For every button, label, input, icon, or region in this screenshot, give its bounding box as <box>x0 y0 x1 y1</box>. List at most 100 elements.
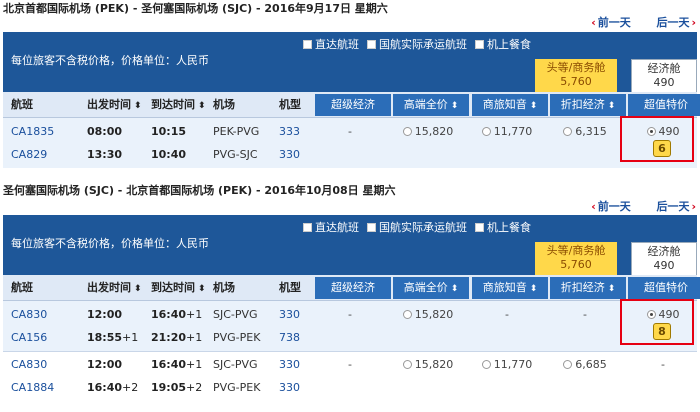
fare-cell[interactable]: 15,820 <box>393 303 463 326</box>
fare-column-header[interactable]: 商旅知音 ⬍ <box>472 277 548 299</box>
depart-time: 12:00 <box>87 308 123 321</box>
day-offset: +2 <box>122 381 139 394</box>
column-header-depart[interactable]: 出发时间 ⬍ <box>87 275 142 301</box>
sort-icon[interactable]: ⬍ <box>530 284 538 294</box>
tab-first-class[interactable]: 头等/商务舱 5,760 <box>535 242 617 275</box>
fare-cell: - <box>472 303 542 326</box>
filter-option[interactable]: 机上餐食 <box>475 38 531 51</box>
chevron-left-icon[interactable]: ‹ <box>591 200 596 213</box>
flight-number[interactable]: CA1884 <box>11 376 54 399</box>
fare-column-header[interactable]: 商旅知音 ⬍ <box>472 94 548 116</box>
column-header-arrive[interactable]: 到达时间 ⬍ <box>151 275 206 301</box>
airport-route: PEK-PVG <box>213 125 260 138</box>
fare-column-header[interactable]: 折扣经济 ⬍ <box>550 277 626 299</box>
tab-first-class[interactable]: 头等/商务舱 5,760 <box>535 59 617 92</box>
sort-icon[interactable]: ⬍ <box>608 101 616 111</box>
next-day-link[interactable]: 后一天 <box>656 16 689 29</box>
column-header-aircraft: 机型 <box>279 281 301 294</box>
fare-cell: - <box>315 120 385 143</box>
checkbox[interactable] <box>367 40 376 49</box>
first-class-price: 5,760 <box>560 75 592 88</box>
fare-column-header[interactable]: 高端全价 ⬍ <box>393 277 469 299</box>
economy-label: 经济舱 <box>647 245 681 258</box>
economy-price: 490 <box>653 76 675 89</box>
day-offset: +1 <box>122 331 139 344</box>
sort-icon[interactable]: ⬍ <box>198 284 206 294</box>
tab-economy[interactable]: 经济舱 490 <box>631 242 697 275</box>
fare-cell: - <box>315 353 385 376</box>
fare-price: 15,820 <box>414 308 454 321</box>
chevron-left-icon[interactable]: ‹ <box>591 16 596 29</box>
fare-price: - <box>505 308 509 321</box>
airport-route: PVG-PEK <box>213 381 261 394</box>
filter-option[interactable]: 机上餐食 <box>475 221 531 234</box>
aircraft-type[interactable]: 330 <box>279 353 300 376</box>
flight-number[interactable]: CA156 <box>11 326 47 349</box>
sort-icon[interactable]: ⬍ <box>451 101 459 111</box>
sort-icon[interactable]: ⬍ <box>451 284 459 294</box>
column-header-depart[interactable]: 出发时间 ⬍ <box>87 92 142 118</box>
flight-number[interactable]: CA829 <box>11 143 47 166</box>
airport-route: PVG-PEK <box>213 331 261 344</box>
sort-icon[interactable]: ⬍ <box>608 284 616 294</box>
filter-label: 直达航班 <box>315 38 359 51</box>
checkbox[interactable] <box>367 223 376 232</box>
fare-cell: - <box>628 353 698 376</box>
checkbox[interactable] <box>303 223 312 232</box>
checkbox[interactable] <box>475 223 484 232</box>
arrive-time: 10:40 <box>151 148 187 161</box>
flight-number[interactable]: CA830 <box>11 303 47 326</box>
sort-icon[interactable]: ⬍ <box>134 101 142 111</box>
tab-economy[interactable]: 经济舱 490 <box>631 59 697 92</box>
fare-radio[interactable] <box>563 127 573 136</box>
fare-radio[interactable] <box>402 360 412 369</box>
airport-route: PVG-SJC <box>213 148 258 161</box>
depart-time: 18:55+1 <box>87 331 139 344</box>
sort-icon[interactable]: ⬍ <box>530 101 538 111</box>
prev-day-link[interactable]: 前一天 <box>598 16 631 29</box>
fare-cell[interactable]: 11,770 <box>472 353 542 376</box>
fare-cell[interactable]: 11,770 <box>472 120 542 143</box>
column-header-arrive[interactable]: 到达时间 ⬍ <box>151 92 206 118</box>
fare-column-header[interactable]: 高端全价 ⬍ <box>393 94 469 116</box>
next-day-link[interactable]: 后一天 <box>656 200 689 213</box>
aircraft-type[interactable]: 333 <box>279 120 300 143</box>
flight-number[interactable]: CA1835 <box>11 120 54 143</box>
filter-label: 国航实际承运航班 <box>379 221 467 234</box>
airport-route: SJC-PVG <box>213 358 258 371</box>
checkbox[interactable] <box>475 40 484 49</box>
filter-option[interactable]: 国航实际承运航班 <box>367 221 467 234</box>
column-header-flight: 航班 <box>11 98 33 111</box>
flight-number[interactable]: CA830 <box>11 353 47 376</box>
fare-cell[interactable]: 6,685 <box>550 353 620 376</box>
fare-cell[interactable]: 15,820 <box>393 353 463 376</box>
inbound-flight-panel: 每位旅客不含税价格，价格单位：人民币 直达航班 国航实际承运航班 机上餐食 头等/商务舱… <box>3 215 700 401</box>
sort-icon[interactable]: ⬍ <box>134 284 142 294</box>
sort-icon[interactable]: ⬍ <box>198 101 206 111</box>
flight-group: CA1835 08:00 10:15 PEK-PVG 333 CA829 13:30 10:4… <box>3 116 697 168</box>
filter-option[interactable]: 直达航班 <box>303 38 359 51</box>
prev-day-link[interactable]: 前一天 <box>598 200 631 213</box>
fare-radio[interactable] <box>481 127 491 136</box>
fare-column-header: 超值特价 <box>628 277 700 299</box>
filter-option[interactable]: 直达航班 <box>303 221 359 234</box>
day-offset: +2 <box>186 381 203 394</box>
fare-column-header[interactable]: 折扣经济 ⬍ <box>550 94 626 116</box>
fare-cell[interactable]: 15,820 <box>393 120 463 143</box>
filter-options: 直达航班 国航实际承运航班 机上餐食 <box>303 36 539 52</box>
aircraft-type[interactable]: 738 <box>279 326 300 349</box>
fare-radio[interactable] <box>563 360 573 369</box>
aircraft-type[interactable]: 330 <box>279 303 300 326</box>
fare-radio[interactable] <box>402 310 412 319</box>
chevron-right-icon[interactable]: › <box>691 200 696 213</box>
checkbox[interactable] <box>303 40 312 49</box>
fare-cell[interactable]: 6,315 <box>550 120 620 143</box>
fare-radio[interactable] <box>481 360 491 369</box>
fare-radio[interactable] <box>402 127 412 136</box>
filter-option[interactable]: 国航实际承运航班 <box>367 38 467 51</box>
aircraft-type[interactable]: 330 <box>279 143 300 166</box>
aircraft-type[interactable]: 330 <box>279 376 300 399</box>
fare-price: 6,685 <box>575 358 607 371</box>
chevron-right-icon[interactable]: › <box>691 16 696 29</box>
column-header-airport: 机场 <box>213 98 235 111</box>
